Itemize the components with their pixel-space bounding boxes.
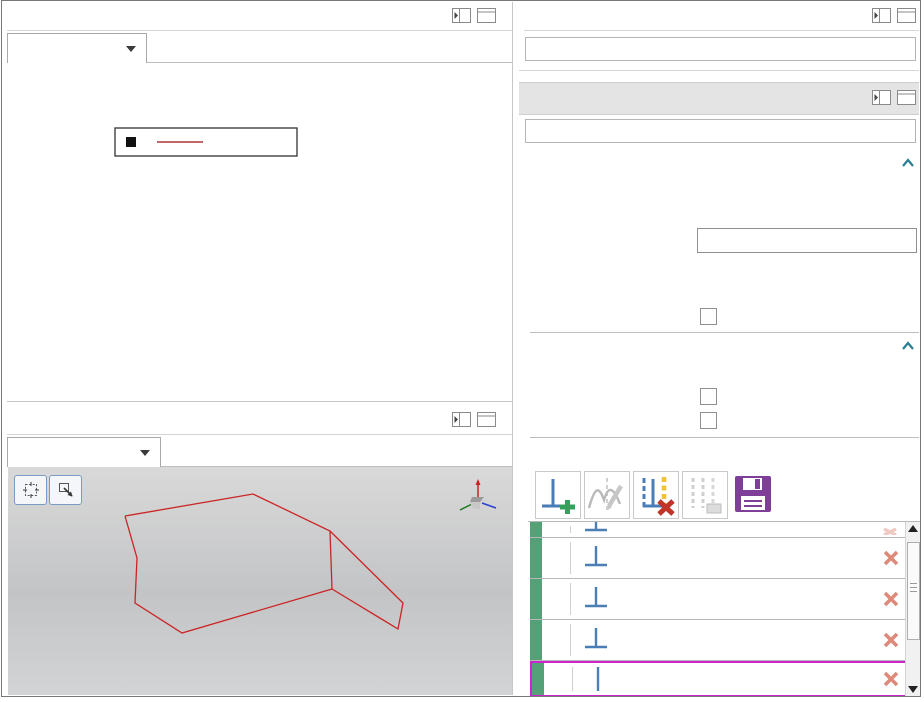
delete-row-icon[interactable] xyxy=(882,525,904,535)
collapse-section-icon[interactable] xyxy=(901,341,915,351)
row-status-bar xyxy=(530,522,544,537)
save-project-to-disk-checkbox[interactable] xyxy=(700,412,717,429)
list-scrollbar[interactable] xyxy=(905,522,920,696)
cursor-marker-icon xyxy=(583,544,609,572)
dock-panel-icon[interactable] xyxy=(452,8,471,23)
fit-view-icon xyxy=(22,481,40,499)
operating-point-row-selected[interactable] xyxy=(530,661,912,696)
cursor-marker-icon xyxy=(583,585,609,613)
cursor-marker-icon xyxy=(583,522,609,537)
row-status-bar xyxy=(530,579,544,619)
float-panel-icon[interactable] xyxy=(897,90,916,105)
frf-chart xyxy=(7,62,512,400)
add-operating-point-button[interactable] xyxy=(535,471,581,519)
save-operating-points-button[interactable] xyxy=(732,473,774,520)
scroll-up-icon[interactable] xyxy=(906,523,920,535)
swap-references-checkbox[interactable] xyxy=(700,308,717,325)
cursor-marker-icon xyxy=(583,626,609,654)
delete-row-icon[interactable] xyxy=(882,590,904,608)
zoom-selection-button[interactable] xyxy=(49,475,82,505)
geometry-viewport[interactable] xyxy=(8,467,512,695)
row-status-bar xyxy=(530,620,544,660)
format-button[interactable] xyxy=(697,228,917,253)
add-operating-point-icon xyxy=(538,474,578,516)
scrollbar-thumb[interactable] xyxy=(907,542,920,640)
operating-point-row[interactable] xyxy=(530,620,910,661)
edit-operating-point-button[interactable] xyxy=(584,471,630,519)
operating-point-row[interactable] xyxy=(530,579,910,620)
chevron-down-icon xyxy=(140,450,150,456)
delete-row-icon[interactable] xyxy=(882,549,904,567)
ods-processing-header xyxy=(519,82,919,115)
dock-panel-icon[interactable] xyxy=(452,412,471,427)
scroll-down-icon[interactable] xyxy=(906,683,920,695)
merge-operating-points-icon xyxy=(685,474,725,516)
chevron-down-icon xyxy=(126,46,136,52)
edit-operating-point-icon xyxy=(587,474,627,516)
operating-point-row-partial[interactable] xyxy=(530,522,910,538)
delete-row-icon[interactable] xyxy=(882,631,904,649)
cursor-marker-icon xyxy=(585,665,611,693)
dock-panel-icon[interactable] xyxy=(872,8,891,23)
merge-operating-points-button[interactable] xyxy=(682,471,728,519)
properties-find-input[interactable] xyxy=(525,37,916,61)
expand-with-derived-checkbox[interactable] xyxy=(700,388,717,405)
processing-find-input[interactable] xyxy=(525,119,916,143)
zoom-selection-icon xyxy=(57,481,75,499)
row-status-bar xyxy=(532,663,546,695)
float-panel-icon[interactable] xyxy=(477,412,496,427)
float-panel-icon[interactable] xyxy=(477,8,496,23)
save-icon xyxy=(732,473,774,515)
chart-legend xyxy=(115,128,297,156)
application-window xyxy=(0,0,924,702)
orientation-triad-icon xyxy=(446,471,510,525)
delete-row-icon[interactable] xyxy=(882,670,904,688)
operating-point-row[interactable] xyxy=(530,538,910,579)
dock-panel-icon[interactable] xyxy=(872,90,891,105)
geometry-wireframe xyxy=(8,467,512,695)
delete-operating-point-icon xyxy=(636,474,676,516)
layout-selector-dropdown[interactable] xyxy=(7,33,147,63)
delete-operating-point-button[interactable] xyxy=(633,471,679,519)
fit-view-button[interactable] xyxy=(14,475,47,505)
operating-points-list xyxy=(528,521,920,696)
row-status-bar xyxy=(530,538,544,578)
collapse-section-icon[interactable] xyxy=(901,158,915,168)
float-panel-icon[interactable] xyxy=(897,8,916,23)
legend-marker-swatch xyxy=(126,137,136,147)
geometry-selector-dropdown[interactable] xyxy=(7,437,161,467)
